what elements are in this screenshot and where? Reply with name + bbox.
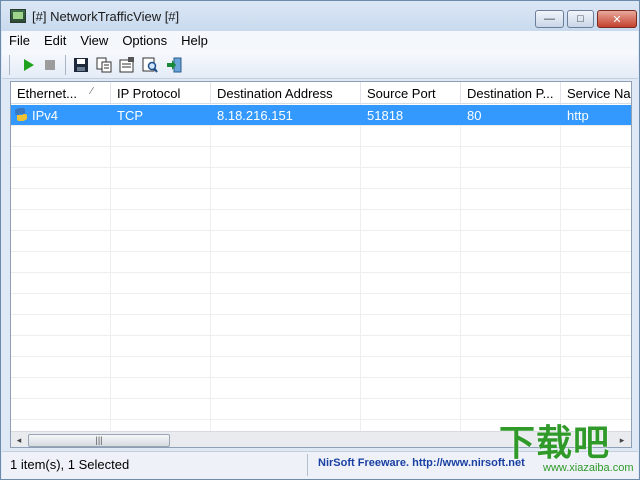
minimize-button[interactable]: — xyxy=(535,10,564,28)
cell-ethernet: IPv4 xyxy=(32,108,59,123)
close-button[interactable]: ✕ xyxy=(597,10,637,28)
grid-line xyxy=(11,230,631,231)
menu-view[interactable]: View xyxy=(73,31,115,51)
properties-icon[interactable] xyxy=(119,57,135,73)
column-line xyxy=(560,104,561,434)
grid-line xyxy=(11,293,631,294)
find-icon[interactable] xyxy=(142,57,158,73)
maximize-button[interactable]: □ xyxy=(567,10,594,28)
column-line xyxy=(460,104,461,434)
play-icon[interactable] xyxy=(20,57,36,73)
scroll-right-arrow-icon[interactable]: ▸ xyxy=(615,434,629,447)
menu-options[interactable]: Options xyxy=(115,31,174,51)
cell-service-name: http xyxy=(567,108,589,123)
app-window: [#] NetworkTrafficView [#] — □ ✕ File Ed… xyxy=(0,0,640,480)
copy-icon[interactable] xyxy=(96,57,112,73)
watermark-logo: 下载吧 xyxy=(499,422,611,463)
grid-line xyxy=(11,251,631,252)
exit-icon[interactable] xyxy=(166,57,182,73)
column-line xyxy=(210,104,211,434)
grid-line xyxy=(11,188,631,189)
watermark-url: www.xiazaiba.com xyxy=(543,462,634,474)
grid-line xyxy=(11,272,631,273)
cell-ip-protocol: TCP xyxy=(117,108,143,123)
window-title: [#] NetworkTrafficView [#] xyxy=(32,9,180,24)
menu-bar: File Edit View Options Help xyxy=(2,31,638,51)
app-icon xyxy=(10,9,26,23)
menu-file[interactable]: File xyxy=(2,31,37,51)
nirsoft-link[interactable]: NirSoft Freeware. http://www.nirsoft.net xyxy=(318,457,525,469)
grid-line xyxy=(11,377,631,378)
column-line xyxy=(360,104,361,434)
toolbar-separator xyxy=(65,55,66,75)
grid-line xyxy=(11,167,631,168)
column-header-destination-port[interactable]: Destination P... xyxy=(461,82,561,104)
grid-line xyxy=(11,125,631,126)
toolbar xyxy=(2,51,638,79)
column-header-ethernet[interactable]: Ethernet... xyxy=(11,82,111,104)
traffic-list[interactable]: Ethernet... ∕ IP Protocol Destination Ad… xyxy=(10,81,632,448)
column-header-source-port[interactable]: Source Port xyxy=(361,82,461,104)
network-protocol-icon xyxy=(15,108,27,121)
column-header-destination-address[interactable]: Destination Address xyxy=(211,82,361,104)
column-header-service-name[interactable]: Service Nar xyxy=(561,82,631,104)
menu-edit[interactable]: Edit xyxy=(37,31,73,51)
cell-destination-port: 80 xyxy=(467,108,482,123)
grid-line xyxy=(11,356,631,357)
grid-line xyxy=(11,314,631,315)
grid-line xyxy=(11,398,631,399)
menu-help[interactable]: Help xyxy=(174,31,215,51)
sort-indicator-icon: ∕ xyxy=(91,86,93,97)
stop-icon[interactable] xyxy=(42,57,58,73)
item-count: 1 item(s), 1 Selected xyxy=(10,457,130,472)
scrollbar-thumb[interactable]: ||| xyxy=(28,434,170,447)
cell-source-port: 51818 xyxy=(367,108,404,123)
grid-line xyxy=(11,209,631,210)
table-row[interactable] xyxy=(11,105,631,125)
status-separator xyxy=(307,454,308,476)
save-icon[interactable] xyxy=(73,57,89,73)
column-header-ip-protocol[interactable]: IP Protocol xyxy=(111,82,211,104)
toolbar-grip xyxy=(9,55,10,75)
scroll-left-arrow-icon[interactable]: ◂ xyxy=(12,434,26,447)
grid-line xyxy=(11,335,631,336)
column-line xyxy=(110,104,111,434)
title-bar[interactable]: [#] NetworkTrafficView [#] — □ ✕ xyxy=(1,1,639,31)
grid-line xyxy=(11,146,631,147)
cell-destination-address: 8.18.216.151 xyxy=(217,108,293,123)
list-header: Ethernet... ∕ IP Protocol Destination Ad… xyxy=(11,82,631,104)
